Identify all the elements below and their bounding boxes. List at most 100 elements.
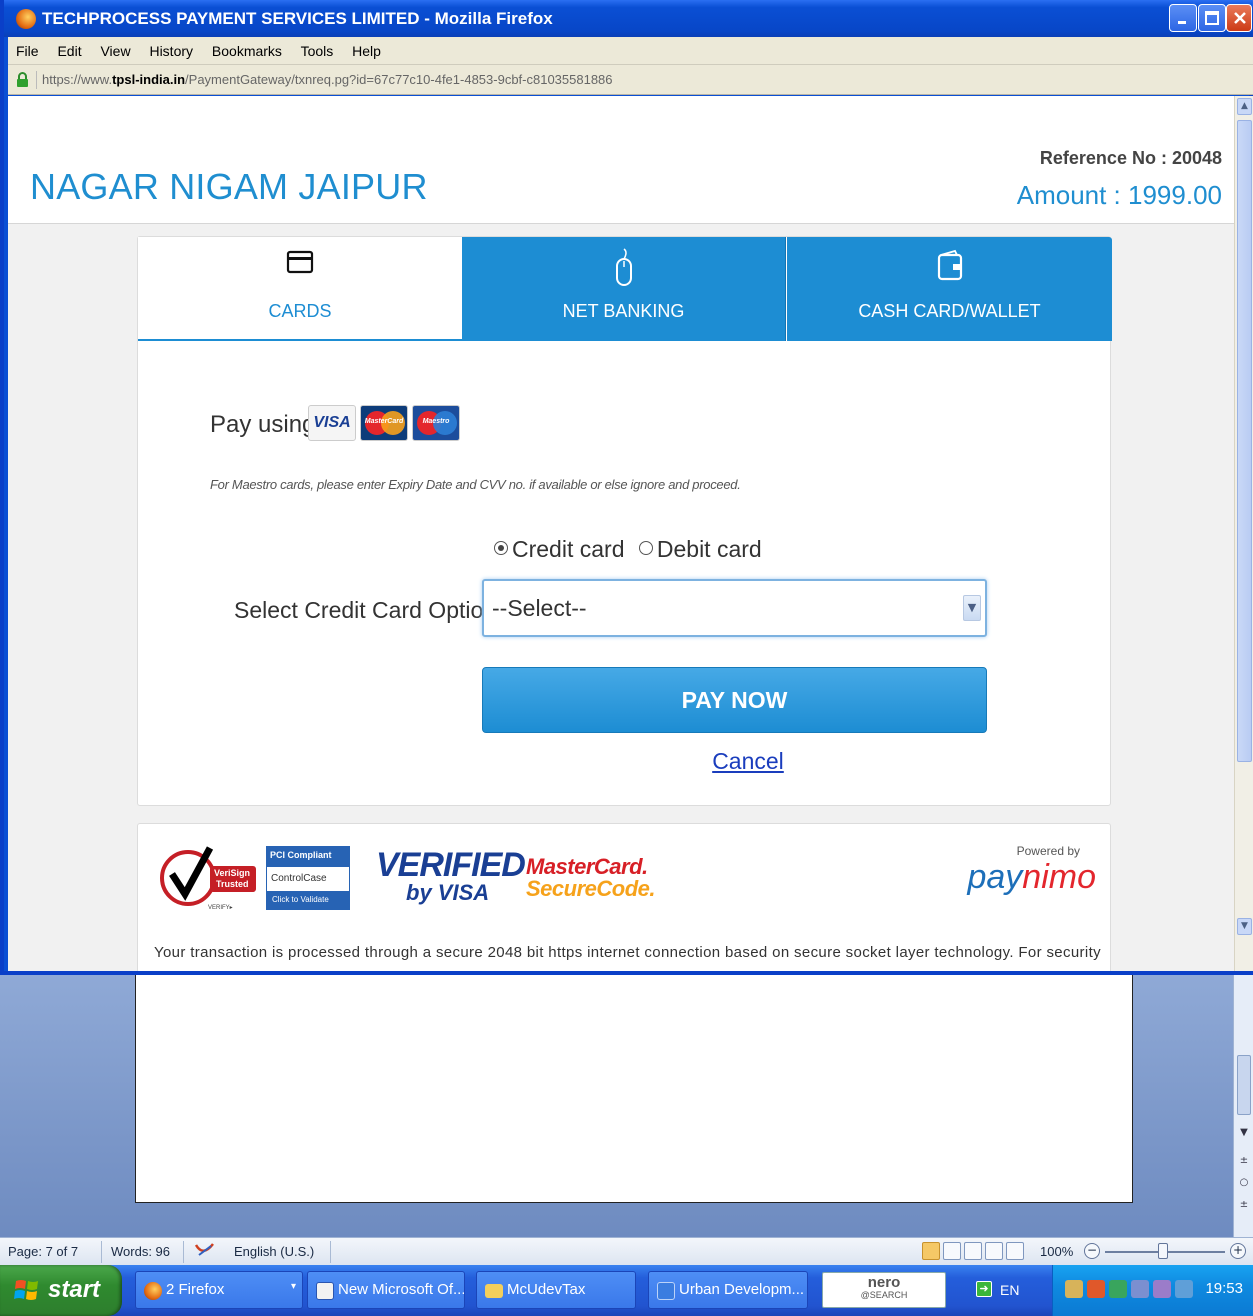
word-count[interactable]: Words: 96 (111, 1244, 170, 1259)
verified-by-visa-badge[interactable]: VERIFIED by VISA (372, 836, 526, 912)
taskbar-item-urban[interactable]: Urban Developm... (648, 1271, 808, 1309)
debit-card-label[interactable]: Debit card (657, 536, 762, 562)
pci-compliant-badge[interactable]: PCI Compliant ControlCase Click to Valid… (266, 846, 350, 912)
tray-app-icon[interactable] (1153, 1280, 1171, 1298)
menu-file[interactable]: File (16, 43, 39, 59)
previous-page-icon[interactable]: ± (1236, 1153, 1252, 1169)
cancel-link[interactable]: Cancel (712, 748, 784, 774)
browser-scroll-thumb[interactable] (1237, 120, 1252, 762)
maximize-button[interactable] (1198, 4, 1226, 32)
card-icon (286, 250, 314, 274)
pay-using-label: Pay using (210, 411, 316, 438)
zoom-in-icon[interactable]: + (1230, 1243, 1246, 1259)
firefox-icon (144, 1282, 162, 1300)
menu-help[interactable]: Help (352, 43, 381, 59)
powered-by-label: Powered by (1016, 844, 1080, 858)
radio-unselected-icon[interactable] (638, 540, 653, 555)
word-scroll-thumb[interactable] (1237, 1055, 1251, 1115)
credit-card-radio[interactable]: Credit card (494, 536, 624, 562)
browser-vertical-scrollbar[interactable]: ▲ ▼ (1234, 96, 1253, 971)
next-page-icon[interactable]: ± (1236, 1197, 1252, 1213)
word-document-icon (316, 1282, 334, 1300)
menu-bookmarks[interactable]: Bookmarks (212, 43, 282, 59)
card-logos: VISA MasterCard Maestro (308, 405, 460, 441)
menu-view[interactable]: View (100, 43, 130, 59)
draft-icon[interactable] (1006, 1242, 1024, 1260)
clock: 19:53 (1205, 1280, 1243, 1297)
mastercard-logo: MasterCard (360, 405, 408, 441)
nero-sub: @SEARCH (860, 1290, 908, 1300)
taskbar-item-word[interactable]: New Microsoft Of... (307, 1271, 465, 1309)
maestro-logo: Maestro (412, 405, 460, 441)
wallet-icon (937, 249, 962, 281)
paynimo-logo: paynimo (967, 858, 1096, 896)
taskbar-item-folder[interactable]: McUdevTax (476, 1271, 636, 1309)
nero-search-toolbar[interactable]: nero @SEARCH (822, 1272, 946, 1308)
zoom-slider-thumb[interactable] (1158, 1243, 1168, 1259)
zoom-out-icon[interactable]: − (1084, 1243, 1100, 1259)
radio-selected-icon[interactable] (494, 540, 508, 555)
window-title: TECHPROCESS PAYMENT SERVICES LIMITED - M… (42, 9, 553, 28)
tray-app-icon[interactable] (1109, 1280, 1127, 1298)
maestro-note: For Maestro cards, please enter Expiry D… (210, 477, 741, 492)
page-count[interactable]: Page: 7 of 7 (8, 1244, 78, 1259)
select-value: --Select-- (492, 595, 587, 621)
print-layout-icon[interactable] (922, 1242, 940, 1260)
language-bar[interactable]: EN (1000, 1282, 1019, 1298)
tray-app-icon[interactable] (1131, 1280, 1149, 1298)
application-icon (657, 1282, 675, 1300)
menu-bar: File Edit View History Bookmarks Tools H… (8, 37, 1253, 65)
minimize-button[interactable] (1169, 4, 1197, 32)
lock-icon[interactable] (16, 72, 29, 87)
debit-card-radio[interactable]: Debit card (638, 536, 762, 562)
chevron-down-icon: ▾ (290, 1281, 296, 1292)
word-document-page[interactable] (135, 975, 1133, 1203)
scroll-down-icon[interactable]: ▼ (1237, 918, 1252, 935)
tab-label: CASH CARD/WALLET (858, 301, 1041, 321)
payment-panel: CARDS NET BANKING CASH CARD/WALLET Pay u (137, 236, 1112, 806)
full-screen-reading-icon[interactable] (943, 1242, 961, 1260)
tray-app-icon[interactable] (1065, 1280, 1083, 1298)
credit-card-option-select[interactable]: --Select-- ▼ (482, 579, 987, 637)
start-label: start (48, 1276, 101, 1303)
tab-net-banking[interactable]: NET BANKING (462, 237, 786, 341)
system-tray: 19:53 (1052, 1265, 1253, 1316)
amount: Amount : 1999.00 (1016, 180, 1222, 210)
proofing-icon[interactable] (193, 1241, 217, 1264)
web-layout-icon[interactable] (964, 1242, 982, 1260)
close-button[interactable] (1226, 4, 1252, 32)
zoom-level[interactable]: 100% (1040, 1244, 1073, 1259)
tab-cash-card-wallet[interactable]: CASH CARD/WALLET (787, 237, 1112, 341)
menu-history[interactable]: History (149, 43, 193, 59)
taskbar-item-firefox[interactable]: 2 Firefox ▾ (135, 1271, 303, 1309)
verisign-trusted-badge[interactable]: VeriSign Trusted VERIFY▸ (152, 838, 256, 914)
tray-app-icon[interactable] (1175, 1280, 1193, 1298)
language-indicator[interactable]: English (U.S.) (234, 1244, 314, 1259)
word-vertical-scrollbar[interactable]: ▼ ± ○ ± (1233, 975, 1253, 1237)
url-text[interactable]: https://www.tpsl-india.in/PaymentGateway… (42, 72, 613, 87)
address-bar[interactable]: https://www.tpsl-india.in/PaymentGateway… (8, 65, 1253, 95)
green-arrow-icon[interactable]: ➜ (976, 1281, 992, 1297)
tab-label: NET BANKING (562, 301, 685, 321)
tray-app-icon[interactable] (1087, 1280, 1105, 1298)
chevron-down-icon[interactable]: ▼ (963, 595, 981, 621)
taskbar-item-label: New Microsoft Of... (338, 1281, 465, 1298)
title-bar[interactable]: TECHPROCESS PAYMENT SERVICES LIMITED - M… (4, 0, 1253, 37)
pay-now-button[interactable]: PAY NOW (482, 667, 987, 733)
browse-object-icon[interactable]: ○ (1236, 1175, 1252, 1191)
word-status-bar: Page: 7 of 7 Words: 96 English (U.S.) 10… (0, 1237, 1253, 1265)
scroll-down-icon[interactable]: ▼ (1236, 1125, 1252, 1141)
select-credit-card-label: Select Credit Card Option : (234, 597, 509, 623)
menu-tools[interactable]: Tools (301, 43, 334, 59)
visa-logo: VISA (308, 405, 356, 441)
menu-edit[interactable]: Edit (57, 43, 81, 59)
scroll-up-icon[interactable]: ▲ (1237, 98, 1252, 115)
start-button[interactable]: start (0, 1265, 122, 1316)
view-buttons (922, 1242, 1024, 1260)
outline-icon[interactable] (985, 1242, 1003, 1260)
tab-cards[interactable]: CARDS (138, 237, 462, 341)
security-notice: Your transaction is processed through a … (154, 944, 1101, 961)
mastercard-securecode-badge[interactable]: MasterCard. SecureCode. (526, 854, 656, 902)
mouse-icon (615, 248, 632, 286)
credit-card-label[interactable]: Credit card (512, 536, 624, 562)
